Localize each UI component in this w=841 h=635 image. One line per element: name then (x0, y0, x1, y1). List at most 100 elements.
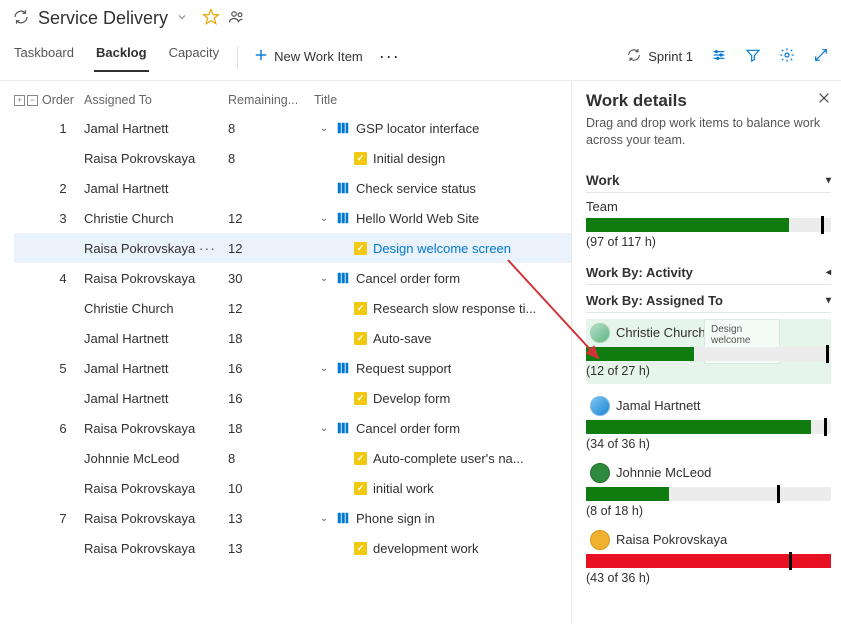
table-row[interactable]: 7Raisa Pokrovskaya13⌄Phone sign in (14, 503, 571, 533)
avatar (590, 530, 610, 550)
title-cell: ⌄Cancel order form (314, 271, 571, 286)
table-row[interactable]: Johnnie McLeod8Auto-complete user's na..… (14, 443, 571, 473)
title-cell: ⌄ Hello World Web Site (314, 211, 571, 226)
work-item-title: Research slow response ti... (373, 301, 536, 316)
assigned-cell: Christie Church (84, 301, 228, 316)
capacity-caption: (8 of 18 h) (586, 504, 831, 518)
view-pivots: Taskboard Backlog Capacity (12, 41, 221, 72)
title-cell: Develop form (314, 391, 571, 406)
section-work[interactable]: Work ▾ (586, 167, 831, 193)
tab-taskboard[interactable]: Taskboard (12, 41, 76, 72)
work-item-title: Auto-save (373, 331, 432, 346)
remaining-cell: 30 (228, 271, 314, 286)
col-header-remaining[interactable]: Remaining... (228, 93, 314, 107)
pbi-icon (336, 421, 350, 435)
assignee-block[interactable]: Johnnie McLeod (8 of 18 h) (586, 463, 831, 518)
pbi-icon (336, 211, 350, 225)
assignee-name: Christie Church (616, 325, 706, 340)
fullscreen-icon[interactable] (813, 47, 829, 66)
filter-icon[interactable] (745, 47, 761, 66)
assignee-name: Jamal Hartnett (616, 398, 701, 413)
title-cell: Auto-complete user's na... (314, 451, 571, 466)
assignee-block[interactable]: Christie ChurchDesign welcome screen(12 … (586, 319, 831, 384)
col-header-order[interactable]: Order (42, 93, 84, 107)
table-row[interactable]: Raisa Pokrovskaya10initial work (14, 473, 571, 503)
work-item-title: Phone sign in (356, 511, 435, 526)
assignee-list: Christie ChurchDesign welcome screen(12 … (586, 319, 831, 585)
team-members-icon[interactable] (228, 8, 246, 29)
task-icon (354, 392, 367, 405)
sprint-cycle-icon (12, 8, 30, 29)
chevron-down-icon[interactable]: ⌄ (318, 273, 330, 284)
assignee-block[interactable]: Jamal Hartnett(34 of 36 h) (586, 396, 831, 451)
avatar (590, 463, 610, 483)
section-work-by-assigned[interactable]: Work By: Assigned To ▾ (586, 287, 831, 313)
task-icon (354, 482, 367, 495)
title-bar: Service Delivery (0, 0, 841, 31)
remaining-cell: 8 (228, 121, 314, 136)
settings-gear-icon[interactable] (779, 47, 795, 66)
table-row[interactable]: Christie Church12 Research slow response … (14, 293, 571, 323)
chevron-down-icon[interactable]: ⌄ (318, 213, 330, 224)
tab-backlog[interactable]: Backlog (94, 41, 149, 72)
chevron-down-icon[interactable]: ⌄ (318, 123, 330, 134)
table-row[interactable]: 3Christie Church12⌄Hello World Web Site (14, 203, 571, 233)
row-actions-button[interactable]: ··· (199, 240, 216, 256)
table-row[interactable]: Raisa Pokrovskaya13 development work (14, 533, 571, 563)
chevron-down-icon[interactable] (176, 11, 188, 26)
favorite-star-icon[interactable] (202, 8, 220, 29)
avatar (590, 396, 610, 416)
table-row[interactable]: 5Jamal Hartnett16⌄Request support (14, 353, 571, 383)
task-icon (354, 152, 367, 165)
details-title: Work details (586, 91, 687, 111)
table-row[interactable]: Raisa Pokrovskaya8Initial design (14, 143, 571, 173)
work-item-title: Hello World Web Site (356, 211, 479, 226)
table-row[interactable]: 4Raisa Pokrovskaya30⌄Cancel order form (14, 263, 571, 293)
chevron-down-icon[interactable]: ⌄ (318, 513, 330, 524)
assigned-cell: Raisa Pokrovskaya (84, 541, 228, 556)
capacity-bar (586, 554, 831, 568)
toolbar: Taskboard Backlog Capacity New Work Item… (0, 31, 841, 80)
plus-icon (254, 48, 268, 65)
expand-all-button[interactable]: + (14, 95, 25, 106)
capacity-bar (586, 420, 831, 434)
assignee-block[interactable]: Raisa Pokrovskaya(43 of 36 h) (586, 530, 831, 585)
col-header-assigned[interactable]: Assigned To (84, 93, 228, 107)
remaining-cell: 12 (228, 301, 314, 316)
view-options-icon[interactable] (711, 47, 727, 66)
sprint-picker[interactable]: Sprint 1 (626, 47, 693, 66)
table-row[interactable]: Jamal Hartnett16Develop form (14, 383, 571, 413)
work-item-title: development work (373, 541, 479, 556)
table-row[interactable]: 1Jamal Hartnett8⌄GSP locator interface (14, 113, 571, 143)
title-cell: Design welcome screen (314, 241, 571, 256)
work-item-title: Develop form (373, 391, 450, 406)
table-row[interactable]: Raisa Pokrovskaya ···12Design welcome sc… (14, 233, 571, 263)
assignee-name: Johnnie McLeod (616, 465, 711, 480)
table-row[interactable]: Jamal Hartnett18Auto-save (14, 323, 571, 353)
new-work-item-button[interactable]: New Work Item (254, 48, 363, 65)
assigned-cell: Jamal Hartnett (84, 361, 228, 376)
task-icon (354, 332, 367, 345)
assignee-name: Raisa Pokrovskaya (616, 532, 727, 547)
chevron-down-icon[interactable]: ⌄ (318, 363, 330, 374)
assigned-cell: Johnnie McLeod (84, 451, 228, 466)
section-work-by-activity[interactable]: Work By: Activity ◂ (586, 259, 831, 285)
chevron-down-icon[interactable]: ⌄ (318, 423, 330, 434)
table-row[interactable]: 6Raisa Pokrovskaya18⌄Cancel order form (14, 413, 571, 443)
assigned-cell: Raisa Pokrovskaya (84, 481, 228, 496)
table-row[interactable]: 2Jamal HartnettCheck service status (14, 173, 571, 203)
remaining-cell: 12 (228, 211, 314, 226)
pbi-icon (336, 271, 350, 285)
tab-capacity[interactable]: Capacity (167, 41, 222, 72)
work-item-title: GSP locator interface (356, 121, 479, 136)
remaining-cell: 13 (228, 541, 314, 556)
more-actions-button[interactable]: ··· (375, 46, 404, 67)
team-label: Team (586, 199, 831, 214)
remaining-cell: 13 (228, 511, 314, 526)
assigned-cell: Raisa Pokrovskaya (84, 511, 228, 526)
assigned-cell: Jamal Hartnett (84, 391, 228, 406)
close-button[interactable] (817, 91, 831, 108)
pbi-icon (336, 511, 350, 525)
col-header-title[interactable]: Title (314, 93, 571, 107)
collapse-all-button[interactable]: − (27, 95, 38, 106)
